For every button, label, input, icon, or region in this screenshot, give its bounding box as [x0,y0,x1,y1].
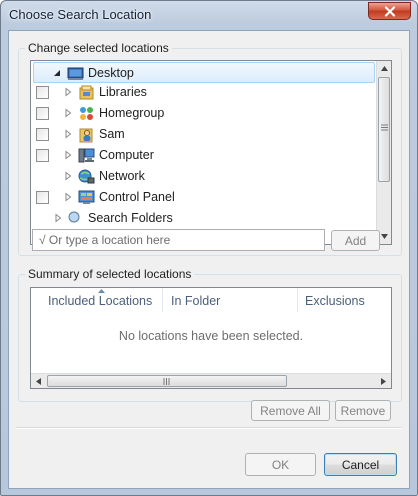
search-folders-icon [68,211,80,223]
column-header-label: Included Locations [48,294,153,308]
sort-ascending-icon [98,289,105,293]
expand-arrow-icon[interactable] [63,87,73,97]
cancel-button[interactable]: Cancel [324,453,397,476]
list-scroll-thumb[interactable] [47,375,287,387]
column-header-label: Exclusions [305,294,365,308]
sam-checkbox[interactable] [36,128,49,141]
add-button[interactable]: Add [331,230,380,251]
expand-arrow-icon[interactable] [63,171,73,181]
location-tree[interactable]: Desktop Libraries Homegroup Sam Computer… [30,60,392,245]
remove-all-button[interactable]: Remove All [251,400,330,421]
homegroup-checkbox[interactable] [36,107,49,120]
list-horizontal-scrollbar[interactable] [31,373,391,388]
footer-separator [16,427,402,429]
location-input[interactable]: √ Or type a location here [32,229,325,251]
libraries-checkbox[interactable] [36,86,49,99]
network-icon [78,169,95,184]
change-locations-label: Change selected locations [25,41,172,55]
expand-arrow-icon[interactable] [63,108,73,118]
scroll-left-button[interactable] [31,374,46,388]
tree-item-label: Search Folders [88,211,173,225]
scroll-right-arrow-icon [381,378,386,385]
libraries-icon [79,85,94,100]
scroll-up-button[interactable] [377,61,391,76]
ok-button[interactable]: OK [245,453,316,476]
dialog-client-area: Change selected locations Desktop Librar… [8,30,410,489]
expand-arrow-icon[interactable] [53,213,63,223]
scroll-down-arrow-icon [381,234,388,239]
scroll-up-arrow-icon [381,66,388,71]
close-icon [384,5,395,17]
column-divider[interactable] [162,288,163,312]
title-bar[interactable]: Choose Search Location [1,1,417,29]
computer-icon [78,148,95,163]
column-header-included-locations[interactable]: Included Locations [48,288,170,312]
dialog-window: Choose Search Location Change selected l… [0,0,418,496]
tree-item-control-panel[interactable]: Control Panel [31,187,377,208]
expand-arrow-icon[interactable] [63,192,73,202]
grip-icon [163,378,170,385]
tree-item-search-folders[interactable]: Search Folders [31,208,377,229]
tree-vertical-scrollbar[interactable] [376,61,391,244]
control-panel-checkbox[interactable] [36,191,49,204]
computer-checkbox[interactable] [36,149,49,162]
remove-button[interactable]: Remove [335,400,391,421]
tree-item-label: Control Panel [99,190,175,204]
homegroup-icon [80,107,93,120]
grip-icon [381,124,388,131]
column-divider[interactable] [297,288,298,312]
column-header-exclusions[interactable]: Exclusions [305,288,385,312]
expand-arrow-icon[interactable] [63,129,73,139]
scroll-left-arrow-icon [36,378,41,385]
expand-arrow-icon[interactable] [63,150,73,160]
scroll-right-button[interactable] [376,374,391,388]
window-title: Choose Search Location [9,7,152,22]
tree-item-label: Libraries [99,85,147,99]
selected-locations-list[interactable]: Included Locations In Folder Exclusions … [30,287,392,389]
tree-item-desktop[interactable]: Desktop [33,62,375,83]
location-input-prefix: √ [39,233,49,247]
tree-item-sam[interactable]: Sam [31,124,377,145]
user-folder-icon [79,128,93,143]
tree-item-label: Desktop [88,66,134,80]
column-header-label: In Folder [171,294,221,308]
close-button[interactable] [368,2,411,20]
tree-item-homegroup[interactable]: Homegroup [31,103,377,124]
tree-scroll-thumb[interactable] [378,77,390,182]
column-header-in-folder[interactable]: In Folder [171,288,291,312]
tree-item-label: Sam [99,127,125,141]
collapse-arrow-icon[interactable] [52,68,62,78]
empty-list-message: No locations have been selected. [118,329,304,343]
location-placeholder: Or type a location here [48,233,171,247]
tree-item-label: Network [99,169,145,183]
tree-item-computer[interactable]: Computer [31,145,377,166]
control-panel-icon [78,190,95,204]
desktop-icon [67,67,84,80]
tree-item-label: Homegroup [99,106,165,120]
tree-item-label: Computer [99,148,154,162]
summary-group-label: Summary of selected locations [25,267,195,281]
tree-item-libraries[interactable]: Libraries [31,82,377,103]
tree-item-network[interactable]: Network [31,166,377,187]
